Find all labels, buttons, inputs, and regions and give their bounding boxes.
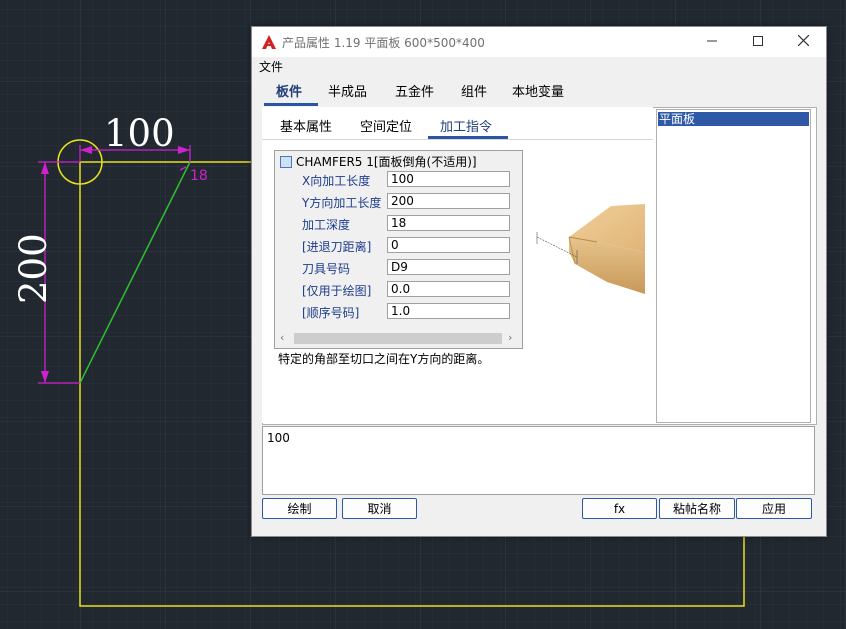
property-label: 加工深度 xyxy=(302,218,351,232)
tab-board[interactable]: 板件 xyxy=(276,81,302,100)
scroll-right-icon[interactable]: › xyxy=(508,331,512,344)
property-row: [进退刀距离] xyxy=(275,235,520,257)
tab-local-variables[interactable]: 本地变量 xyxy=(512,81,564,100)
command-header[interactable]: CHAMFER5 1[面板倒角(不适用)] xyxy=(278,153,518,169)
dimension-x-label: 100 xyxy=(104,112,175,155)
dimension-depth-label: 18 xyxy=(190,168,208,184)
scrollbar-thumb[interactable] xyxy=(294,333,502,344)
property-row: 刀具号码 xyxy=(275,257,520,279)
command-title: CHAMFER5 1[面板倒角(不适用)] xyxy=(296,155,477,169)
apply-button[interactable]: 应用 xyxy=(736,498,812,519)
property-row: [顺序号码] xyxy=(275,301,520,323)
property-value-field[interactable] xyxy=(387,215,510,231)
property-value-field[interactable] xyxy=(387,193,510,209)
property-row: Y方向加工长度 xyxy=(275,191,520,213)
property-value-field[interactable] xyxy=(387,259,510,275)
subtab-spatial-position[interactable]: 空间定位 xyxy=(360,116,412,135)
minimize-button[interactable] xyxy=(689,27,735,57)
property-grid: CHAMFER5 1[面板倒角(不适用)] X向加工长度 Y方向加工长度 加工深… xyxy=(274,150,523,349)
property-row: [仅用于绘图] xyxy=(275,279,520,301)
maximize-button[interactable] xyxy=(735,27,781,57)
property-value-field[interactable] xyxy=(387,281,510,297)
scroll-left-icon[interactable]: ‹ xyxy=(280,331,284,344)
horizontal-scrollbar[interactable]: ‹ › xyxy=(276,331,521,346)
close-icon xyxy=(797,34,809,47)
property-hint: 特定的角部至切口之间在Y方向的距离。 xyxy=(278,352,490,366)
formula-output-box[interactable]: 100 xyxy=(262,426,815,495)
list-item[interactable]: 平面板 xyxy=(658,112,809,126)
property-value-field[interactable] xyxy=(387,303,510,319)
window-title: 产品属性 1.19 平面板 600*500*400 xyxy=(282,36,485,50)
subtab-basic-properties[interactable]: 基本属性 xyxy=(280,116,332,135)
formula-output-text: 100 xyxy=(267,431,290,445)
property-label: Y方向加工长度 xyxy=(302,196,382,210)
active-tab-indicator xyxy=(264,103,318,106)
draw-button[interactable]: 绘制 xyxy=(262,498,337,519)
close-button[interactable] xyxy=(780,27,826,57)
autocad-icon xyxy=(262,35,276,49)
part-list[interactable]: 平面板 xyxy=(656,109,811,423)
property-label: [仅用于绘图] xyxy=(302,284,372,298)
property-row: X向加工长度 xyxy=(275,169,520,191)
fx-button[interactable]: fx xyxy=(582,498,657,519)
subtab-machining-commands[interactable]: 加工指令 xyxy=(440,116,492,135)
minimize-icon xyxy=(707,40,717,42)
product-properties-dialog: 产品属性 1.19 平面板 600*500*400 文件 板件 半成品 五金件 … xyxy=(251,26,827,537)
property-label: [进退刀距离] xyxy=(302,240,372,254)
expand-checkbox[interactable] xyxy=(280,156,292,168)
maximize-icon xyxy=(753,36,763,46)
property-label: 刀具号码 xyxy=(302,262,351,276)
chamfer-preview-image xyxy=(536,204,645,294)
dimension-y-label: 200 xyxy=(12,233,55,304)
property-value-field[interactable] xyxy=(387,171,510,187)
title-bar[interactable]: 产品属性 1.19 平面板 600*500*400 xyxy=(252,27,826,57)
paste-name-button[interactable]: 粘帖名称 xyxy=(659,498,735,519)
property-label: X向加工长度 xyxy=(302,174,371,188)
tab-semi-finished[interactable]: 半成品 xyxy=(328,81,367,100)
property-value-field[interactable] xyxy=(387,237,510,253)
property-row: 加工深度 xyxy=(275,213,520,235)
tab-assembly[interactable]: 组件 xyxy=(461,81,487,100)
property-label: [顺序号码] xyxy=(302,306,360,320)
tab-hardware[interactable]: 五金件 xyxy=(395,81,434,100)
subtab-divider xyxy=(262,139,653,140)
menu-bar: 文件 xyxy=(252,57,826,75)
menu-file[interactable]: 文件 xyxy=(259,58,283,75)
cancel-button[interactable]: 取消 xyxy=(342,498,417,519)
